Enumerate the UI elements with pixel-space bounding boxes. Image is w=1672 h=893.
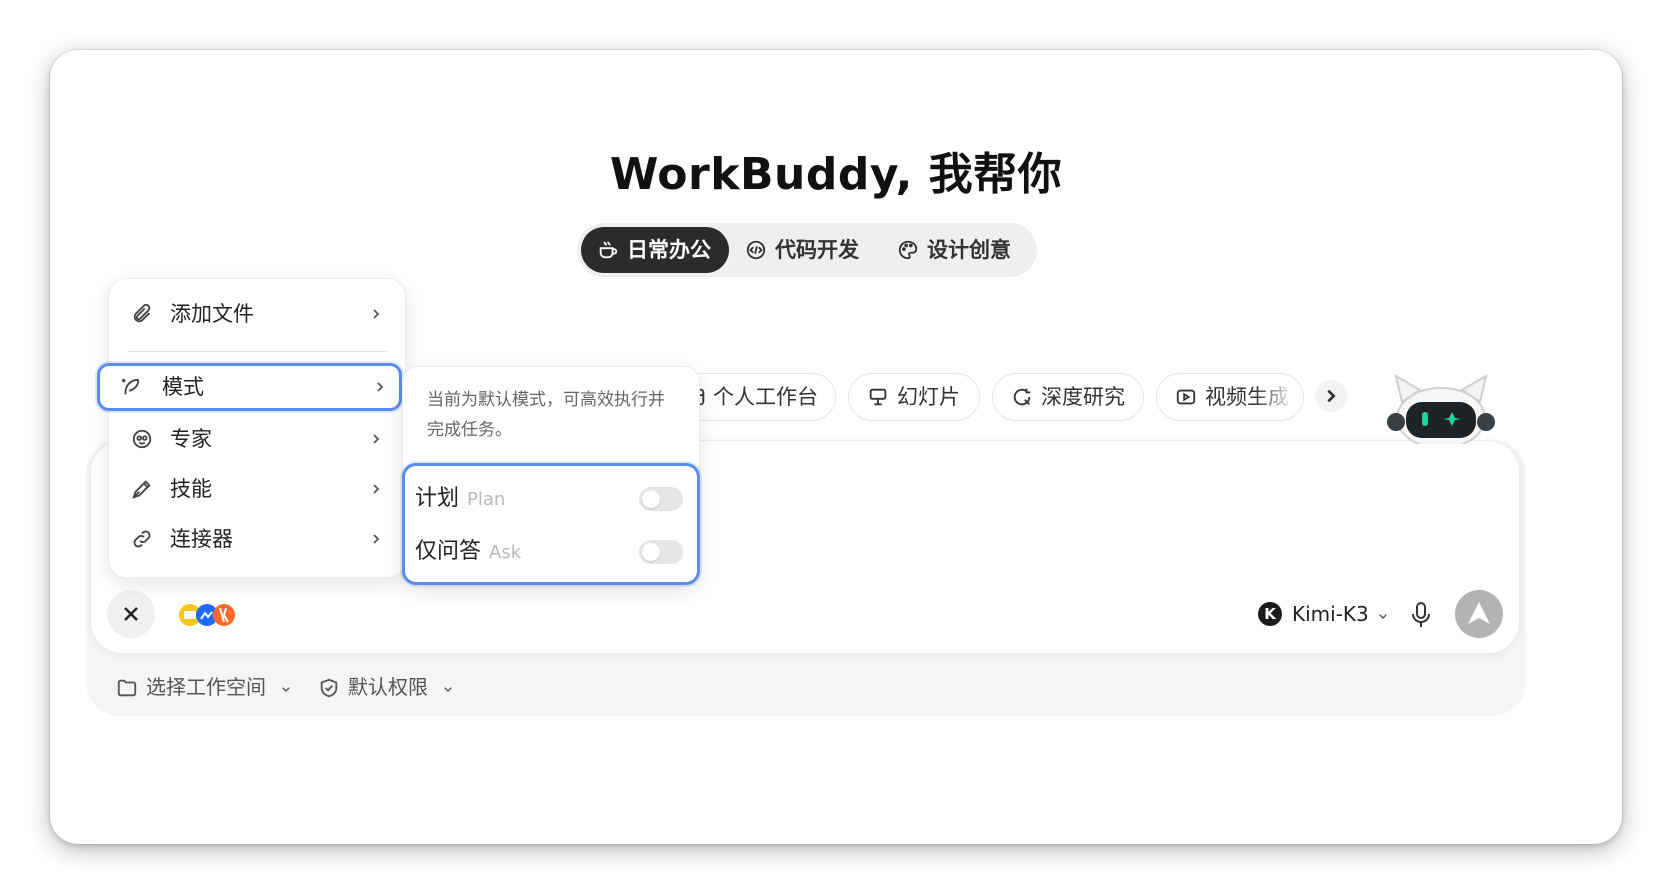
ask-toggle[interactable] — [639, 540, 683, 564]
chip-deep-research[interactable]: 深度研究 — [992, 373, 1144, 421]
model-name: Kimi-K3 — [1292, 602, 1369, 626]
chips-next-button[interactable] — [1315, 380, 1347, 412]
mode-description: 当前为默认模式，可高效执行并完成任务。 — [427, 390, 665, 440]
chevron-down-icon — [1379, 613, 1387, 619]
expert-face-icon — [132, 429, 152, 449]
tab-daily-office[interactable]: 日常办公 — [581, 227, 729, 273]
code-icon — [746, 240, 766, 260]
tab-code-dev[interactable]: 代码开发 — [729, 227, 881, 273]
tab-label: 代码开发 — [775, 238, 859, 262]
menu-item-connectors[interactable]: 连接器 — [109, 516, 405, 562]
chip-label: 深度研究 — [1041, 385, 1125, 409]
chevron-down-icon — [444, 686, 453, 692]
close-icon — [124, 607, 138, 621]
close-button[interactable] — [107, 590, 155, 638]
link-icon — [133, 530, 151, 548]
tab-label: 设计创意 — [927, 238, 1011, 262]
menu-item-label: 连接器 — [170, 527, 233, 551]
chevron-right-icon — [1327, 389, 1336, 403]
option-label-en: Ask — [489, 542, 522, 563]
permission-selector[interactable]: 默认权限 — [318, 672, 456, 702]
option-label: 仅问答 — [415, 539, 482, 564]
menu-item-add-file[interactable]: 添加文件 — [109, 291, 405, 337]
menu-item-label: 技能 — [170, 477, 212, 501]
palette-icon — [898, 240, 918, 260]
chip-label: 个人工作台 — [713, 385, 818, 409]
chevron-right-icon — [373, 434, 380, 444]
shield-check-icon — [320, 678, 338, 698]
chip-slides[interactable]: 幻灯片 — [848, 373, 980, 421]
option-label: 计划 — [415, 486, 460, 511]
chip-label: 幻灯片 — [897, 385, 960, 409]
menu-item-expert[interactable]: 专家 — [109, 416, 405, 462]
folder-icon — [117, 679, 137, 697]
menu-item-label: 模式 — [162, 375, 204, 399]
microphone-icon — [1412, 602, 1430, 627]
chip-label: 视频生成 — [1205, 385, 1289, 409]
mode-option-ask[interactable]: 仅问答 Ask — [405, 527, 697, 577]
page-title: WorkBuddy, 我帮你 — [609, 149, 1063, 200]
coffee-cup-icon — [599, 241, 618, 259]
robot-cat-mascot-icon — [1387, 373, 1495, 444]
attach-menu: 添加文件 专家 技能 连接器 — [108, 278, 406, 578]
permission-label: 默认权限 — [348, 675, 428, 699]
model-selector[interactable]: K Kimi-K3 — [1258, 598, 1391, 630]
mode-option-plan[interactable]: 计划 Plan — [405, 474, 697, 524]
menu-item-label: 专家 — [170, 427, 212, 451]
microphone-button[interactable] — [1408, 600, 1434, 630]
menu-divider — [127, 351, 387, 352]
workspace-selector[interactable]: 选择工作空间 — [116, 672, 294, 702]
send-button[interactable] — [1455, 590, 1503, 638]
chevron-right-icon — [373, 484, 380, 494]
chevron-right-icon — [373, 534, 380, 544]
presentation-icon — [869, 388, 887, 406]
menu-item-mode[interactable]: 模式 — [97, 363, 402, 411]
research-icon — [1013, 388, 1031, 406]
workspace-label: 选择工作空间 — [146, 675, 266, 699]
chevron-down-icon — [282, 686, 291, 692]
chip-video-gen[interactable]: 视频生成 — [1156, 373, 1304, 421]
mode-options: 计划 Plan 仅问答 Ask — [402, 463, 700, 585]
sparkle-feather-icon — [121, 378, 140, 395]
chevron-right-icon — [373, 309, 380, 319]
category-switcher: 日常办公 代码开发 设计创意 — [577, 223, 1037, 277]
kimi-logo-icon: K — [1258, 602, 1282, 626]
connected-apps-icon — [179, 604, 235, 626]
tab-label: 日常办公 — [627, 238, 711, 262]
tab-design[interactable]: 设计创意 — [881, 227, 1033, 273]
chevron-right-icon — [377, 382, 384, 392]
pen-tool-icon — [132, 480, 151, 499]
video-icon — [1176, 389, 1196, 405]
paperclip-icon — [133, 303, 151, 323]
option-label-en: Plan — [467, 489, 506, 510]
plan-toggle[interactable] — [639, 487, 683, 511]
send-arrow-icon — [1468, 602, 1490, 624]
menu-item-label: 添加文件 — [170, 302, 254, 326]
menu-item-skills[interactable]: 技能 — [109, 466, 405, 512]
